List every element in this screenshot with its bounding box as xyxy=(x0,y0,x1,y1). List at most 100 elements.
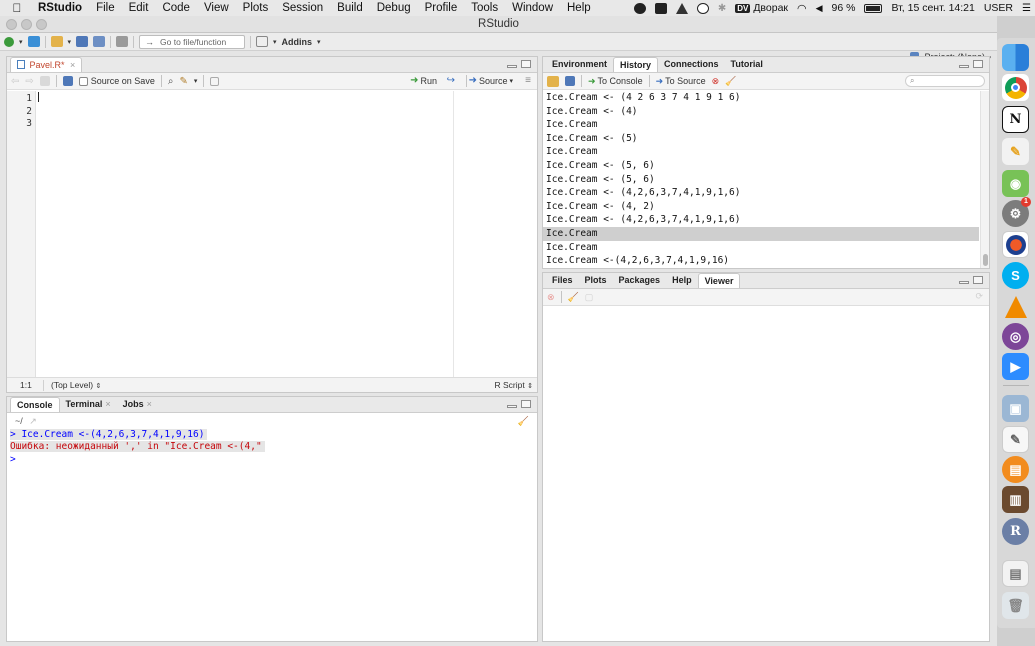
menu-code[interactable]: Code xyxy=(155,2,197,14)
bluetooth-icon[interactable]: ✱ xyxy=(718,3,726,14)
back-icon[interactable]: ⇦ xyxy=(11,76,19,87)
r-app-icon[interactable]: R xyxy=(1002,518,1029,545)
menu-session[interactable]: Session xyxy=(275,2,330,14)
save-icon[interactable] xyxy=(76,36,89,47)
tab-viewer[interactable]: Viewer xyxy=(697,273,741,288)
zoom-icon[interactable]: ▶ xyxy=(1002,353,1029,380)
code-tools-dropdown-icon[interactable]: ▾ xyxy=(194,77,198,85)
trash-icon[interactable]: 🗑 xyxy=(1002,592,1029,619)
remove-viewer-icon[interactable]: ⊗ xyxy=(547,292,555,303)
time-machine-icon[interactable] xyxy=(696,2,709,14)
maximize-pane-icon[interactable] xyxy=(521,400,531,408)
go-to-directory-icon[interactable]: ↗ xyxy=(29,416,37,426)
save-all-icon[interactable] xyxy=(93,36,106,47)
to-source-button[interactable]: ➜ To Source xyxy=(656,76,706,87)
remove-entry-icon[interactable]: ⊗ xyxy=(712,76,720,87)
clear-console-icon[interactable]: 🧹 xyxy=(518,413,529,429)
document-icon[interactable]: ▤ xyxy=(1002,560,1029,587)
open-file-icon[interactable] xyxy=(50,36,63,47)
close-tab-icon[interactable]: × xyxy=(70,60,75,70)
menu-view[interactable]: View xyxy=(197,2,236,14)
clear-history-icon[interactable]: 🧹 xyxy=(725,76,736,87)
keyboard-layout[interactable]: DV Дворак xyxy=(735,2,788,14)
close-terminal-icon[interactable]: × xyxy=(105,399,110,409)
tab-packages[interactable]: Packages xyxy=(613,273,667,288)
addins-menu[interactable]: Addins xyxy=(282,37,313,47)
pane-layout-dropdown-icon[interactable]: ▾ xyxy=(273,38,277,46)
tab-pavel-r[interactable]: Pavel.R* × xyxy=(10,57,83,72)
show-in-window-icon[interactable] xyxy=(39,76,50,86)
history-scrollbar[interactable] xyxy=(980,91,989,268)
finder-icon[interactable] xyxy=(1002,44,1029,71)
books-icon[interactable]: ▤ xyxy=(1002,456,1029,483)
menu-tools[interactable]: Tools xyxy=(464,2,505,14)
history-entry[interactable]: Ice.Cream <- (4) xyxy=(543,105,979,119)
new-file-dropdown-icon[interactable]: ▾ xyxy=(19,38,23,46)
print-icon[interactable] xyxy=(116,36,129,47)
open-file-dropdown-icon[interactable]: ▾ xyxy=(68,38,72,46)
history-entry[interactable]: Ice.Cream xyxy=(543,241,979,255)
tab-files[interactable]: Files xyxy=(546,273,579,288)
calibre-icon[interactable]: ▥ xyxy=(1002,486,1029,513)
menu-window[interactable]: Window xyxy=(505,2,560,14)
tab-terminal[interactable]: Terminal × xyxy=(60,397,117,412)
addins-dropdown-icon[interactable]: ▾ xyxy=(317,38,321,46)
pane-layout-icon[interactable] xyxy=(256,36,269,47)
document-outline-icon[interactable]: ≡ xyxy=(525,75,531,86)
tab-environment[interactable]: Environment xyxy=(546,57,613,72)
menu-help[interactable]: Help xyxy=(560,2,598,14)
to-console-button[interactable]: ➜ To Console xyxy=(588,76,643,87)
textedit-icon[interactable]: ✎ xyxy=(1002,426,1029,453)
maximize-pane-icon[interactable] xyxy=(521,60,531,68)
history-entry[interactable]: Ice.Cream <-(4,2,6,3,7,4,1,9,16) xyxy=(543,254,979,268)
tab-plots[interactable]: Plots xyxy=(579,273,613,288)
save-file-icon[interactable] xyxy=(62,76,73,86)
history-entry[interactable]: Ice.Cream <- (5, 6) xyxy=(543,159,979,173)
new-project-icon[interactable] xyxy=(27,36,40,47)
history-entry[interactable]: Ice.Cream <- (5) xyxy=(543,132,979,146)
load-history-icon[interactable] xyxy=(547,75,559,87)
history-entry[interactable]: Ice.Cream <- (4, 2) xyxy=(543,200,979,214)
pages-icon[interactable]: ✎ xyxy=(1002,138,1029,165)
tab-tutorial[interactable]: Tutorial xyxy=(725,57,769,72)
menu-file[interactable]: File xyxy=(89,2,122,14)
minimize-pane-icon[interactable] xyxy=(507,65,517,68)
menu-debug[interactable]: Debug xyxy=(370,2,418,14)
battery-percent[interactable]: 96 % xyxy=(832,2,856,14)
close-window-icon[interactable] xyxy=(6,19,17,30)
close-jobs-icon[interactable]: × xyxy=(147,399,152,409)
history-entry[interactable]: Ice.Cream <- (4,2,6,3,7,4,1,9,1,6) xyxy=(543,186,979,200)
history-scroll-thumb[interactable] xyxy=(983,254,988,266)
wifi-icon[interactable]: ◠ xyxy=(797,2,807,15)
history-entry[interactable]: Ice.Cream <- (5, 6) xyxy=(543,173,979,187)
vpn-icon[interactable] xyxy=(633,2,646,14)
maximize-pane-icon[interactable] xyxy=(973,276,983,284)
tab-console[interactable]: Console xyxy=(10,397,60,412)
source-button[interactable]: ➜ Source ▾ xyxy=(469,75,513,86)
console-output[interactable]: > Ice.Cream <-(4,2,6,3,7,4,1,9,16) Ошибк… xyxy=(7,429,537,466)
code-tools-icon[interactable]: ✎ xyxy=(179,76,187,87)
menu-edit[interactable]: Edit xyxy=(122,2,156,14)
forward-icon[interactable]: ⇨ xyxy=(25,76,33,87)
tab-jobs[interactable]: Jobs × xyxy=(117,397,158,412)
history-entry[interactable]: Ice.Cream xyxy=(543,145,979,159)
history-entry[interactable]: Ice.Cream <- (4 2 6 3 7 4 1 9 1 6) xyxy=(543,91,979,105)
go-to-file-input[interactable]: Go to file/function xyxy=(139,34,246,49)
scope-selector[interactable]: (Top Level) ⇕ xyxy=(51,380,101,390)
run-button[interactable]: ➜ Run xyxy=(410,75,437,86)
tab-history[interactable]: History xyxy=(613,57,659,72)
skype-icon[interactable]: S xyxy=(1002,262,1029,289)
zoom-window-icon[interactable] xyxy=(36,19,47,30)
menu-plots[interactable]: Plots xyxy=(236,2,276,14)
minimize-pane-icon[interactable] xyxy=(959,281,969,284)
android-studio-icon[interactable]: ◉ xyxy=(1002,170,1029,197)
viewer-content[interactable] xyxy=(543,307,989,641)
volume-icon[interactable]: ◀ xyxy=(816,3,823,14)
history-entry[interactable]: Ice.Cream xyxy=(543,118,979,132)
code-editor[interactable] xyxy=(37,91,452,377)
tor-browser-icon[interactable]: ◎ xyxy=(1002,323,1029,350)
new-file-icon[interactable] xyxy=(4,36,14,47)
history-entry[interactable]: Ice.Cream <- (4,2,6,3,7,4,1,9,1,6) xyxy=(543,213,979,227)
compile-report-icon[interactable] xyxy=(210,76,220,86)
history-search-input[interactable]: ⌕ xyxy=(905,75,985,87)
